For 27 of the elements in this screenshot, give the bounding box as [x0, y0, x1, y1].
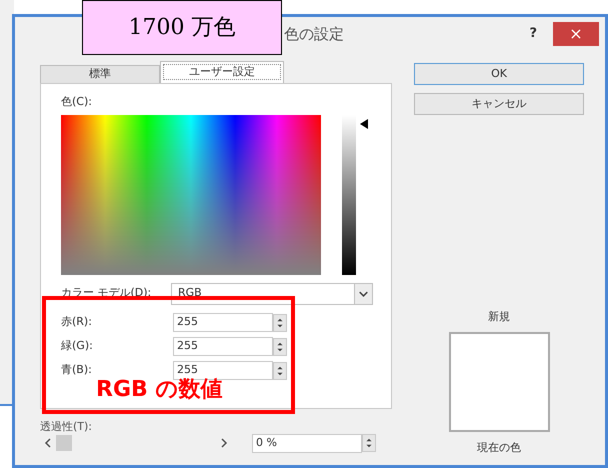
window-title: 色の設定 [284, 24, 344, 45]
channel-label: 青(B): [61, 362, 93, 378]
transparency-label: 透過性(T): [40, 421, 94, 433]
new-color-label: 新規 [488, 309, 510, 325]
close-button[interactable]: × [553, 22, 599, 46]
channel-label: 緑(G): [61, 338, 94, 354]
dialog-button[interactable]: キャンセル [414, 93, 584, 115]
dropdown-chevron-icon [354, 284, 372, 304]
slider-thumb[interactable] [56, 435, 72, 451]
tab[interactable]: ユーザー設定 [160, 61, 284, 83]
spin-arrows-icon[interactable] [273, 338, 287, 356]
channel-label: 赤(R): [61, 314, 93, 330]
annotation-label: 1700 万色 [82, 0, 282, 55]
channel-input[interactable]: 255 [173, 337, 273, 356]
dialog-button[interactable]: OK [414, 63, 584, 85]
color-label: 色(C): [61, 94, 93, 110]
tab[interactable]: 標準 [40, 65, 160, 83]
current-color-label: 現在の色 [477, 440, 521, 456]
chevron-left-icon[interactable] [44, 438, 52, 448]
luminance-pointer-icon[interactable] [360, 119, 368, 129]
transparency-input[interactable]: 0 % [252, 434, 362, 452]
spin-arrows-icon[interactable] [273, 314, 287, 332]
spin-arrows-icon[interactable] [273, 362, 287, 380]
channel-input[interactable]: 255 [173, 313, 273, 332]
chevron-right-icon[interactable] [220, 438, 228, 448]
help-button[interactable]: ? [529, 24, 537, 44]
spin-arrows-icon[interactable] [362, 434, 376, 452]
